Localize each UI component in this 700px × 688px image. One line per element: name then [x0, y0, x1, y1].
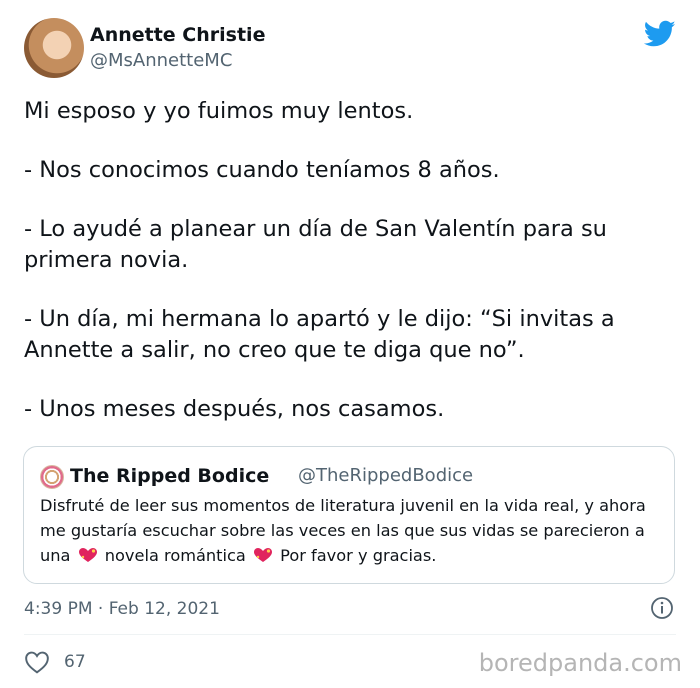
tweet-paragraph: Mi esposo y yo fuimos muy lentos. [24, 98, 414, 124]
author-handle[interactable]: @MsAnnetteMC [90, 48, 265, 74]
quoted-author-name: The Ripped Bodice [70, 465, 270, 487]
tweet-paragraph: - Lo ayudé a planear un día de San Valen… [24, 216, 607, 273]
tweet-timestamp[interactable]: 4:39 PM · Feb 12, 2021 [24, 598, 220, 620]
quoted-tweet-text: Disfruté de leer sus momentos de literat… [40, 493, 660, 568]
tweet-paragraph: - Unos meses después, nos casamos. [24, 396, 445, 422]
sparkling-heart-icon [78, 548, 97, 562]
sparkling-heart-icon [254, 548, 273, 562]
like-count: 67 [64, 652, 86, 672]
tweet-paragraph: - Un día, mi hermana lo apartó y le dijo… [24, 306, 615, 363]
divider [24, 634, 676, 635]
quoted-author-handle: @TheRippedBodice [298, 465, 474, 486]
author-name[interactable]: Annette Christie [90, 22, 265, 48]
quoted-text-part: Por favor y gracias. [280, 546, 437, 565]
info-icon[interactable] [650, 596, 674, 620]
tweet-text: Mi esposo y yo fuimos muy lentos. - Nos … [24, 96, 676, 453]
tweet-paragraph: - Nos conocimos cuando teníamos 8 años. [24, 157, 500, 183]
author-avatar[interactable] [24, 18, 84, 78]
quoted-author-avatar [40, 465, 64, 489]
twitter-bird-icon[interactable] [644, 20, 676, 48]
watermark: boredpanda.com [478, 649, 682, 677]
quoted-text-part: novela romántica [104, 546, 246, 565]
tweet-header: Annette Christie @MsAnnetteMC [24, 18, 676, 80]
author-info[interactable]: Annette Christie @MsAnnetteMC [90, 22, 265, 74]
heart-icon[interactable] [24, 650, 50, 674]
quoted-tweet[interactable]: The Ripped Bodice @TheRippedBodice Disfr… [23, 446, 675, 584]
